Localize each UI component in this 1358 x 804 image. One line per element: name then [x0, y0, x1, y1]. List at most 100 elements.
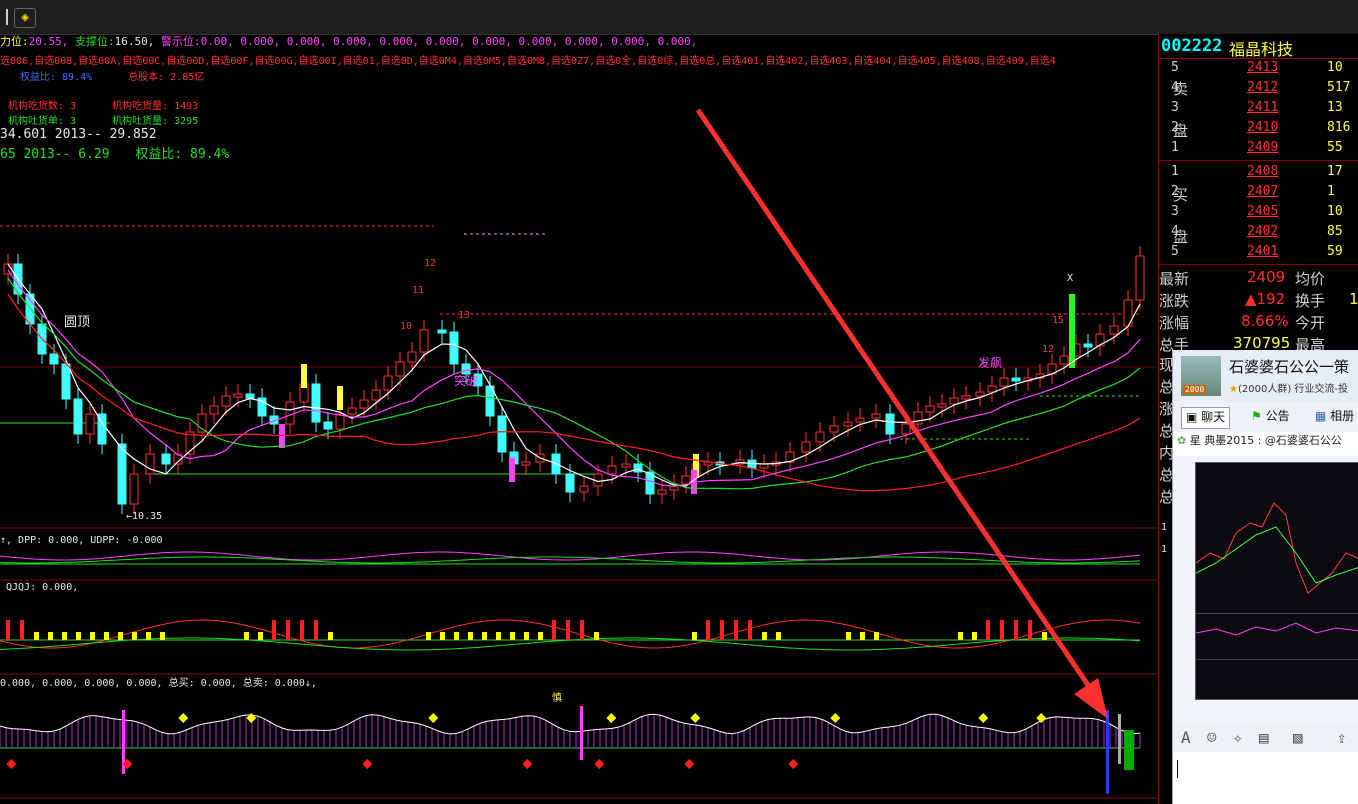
header-line-5: 机构吐货单: 3 机构吐货量: 3295	[8, 112, 198, 127]
candle-body	[1109, 325, 1119, 335]
header-line-7: 65 2013-- 6.29 权益比: 89.4%	[0, 143, 229, 162]
chat-window[interactable]: 2000 石婆婆石公公一策 ★(2000人群) 行业交流-投 ▣ 聊天 ⚑ 公告…	[1172, 350, 1358, 804]
support-label: 支撑位:	[75, 35, 115, 48]
qjqj-yellow-bar	[538, 632, 543, 640]
qjqj-red-bar	[20, 620, 24, 640]
candle-body	[117, 443, 127, 505]
candle-body	[161, 453, 171, 465]
yellow-diamond-marker	[690, 713, 701, 723]
tab-chat[interactable]: ▣ 聊天	[1181, 407, 1231, 429]
inst-eat-amount: 机构吃货量: 1493	[112, 101, 199, 112]
red-diamond-marker	[788, 759, 799, 769]
volume: 59	[1327, 244, 1343, 259]
qjqj-yellow-bar	[524, 632, 529, 640]
picture-icon[interactable]: ▧	[1293, 728, 1303, 747]
group-icon: ✿	[1177, 434, 1187, 447]
diamond-question-icon[interactable]: ◈	[14, 8, 36, 28]
order-book-row[interactable]: 5 2413 10	[1159, 58, 1358, 78]
header-line-4: 机构吃货数: 3 机构吃货量: 1493	[8, 97, 198, 112]
tab-album[interactable]: ▦ 相册	[1315, 407, 1354, 427]
order-book-row[interactable]: 1 2409 55	[1159, 138, 1358, 158]
qjqj-red-bar	[1028, 620, 1032, 640]
order-book-row[interactable]: 5 2401 59	[1159, 242, 1358, 262]
level: 1	[1171, 164, 1179, 179]
candle-body	[323, 421, 333, 430]
qjqj-red-bar	[272, 620, 276, 640]
gift-icon[interactable]: ▤	[1259, 728, 1269, 747]
red-arrow-head	[1074, 678, 1108, 719]
inst-spit-amount: 机构吐货量: 3295	[112, 116, 199, 127]
highlight-candle	[509, 458, 515, 482]
toolbar-separator	[6, 9, 8, 25]
equity-ratio: 权益比: 89.4%	[20, 72, 93, 83]
tab-notice[interactable]: ⚑ 公告	[1251, 407, 1290, 427]
candle-body	[285, 401, 295, 425]
header-line-3: 权益比: 89.4% 总股本: 2.85亿	[20, 68, 204, 83]
candle-body	[961, 395, 971, 400]
qjqj-yellow-bar	[874, 632, 879, 640]
qjqj-yellow-bar	[496, 632, 501, 640]
count-12-label: 12	[424, 258, 437, 269]
chat-input[interactable]	[1173, 752, 1358, 804]
volume: 10	[1327, 60, 1343, 75]
upload-icon[interactable]: ⇪	[1337, 728, 1347, 747]
volume: 816	[1327, 120, 1351, 135]
header-line-1: 力位:20.55, 支撑位:16.50, 警示位:0.00, 0.000, 0.…	[0, 33, 697, 49]
candle-body	[25, 293, 35, 325]
highlight-candle	[301, 364, 307, 388]
star-icon: ★	[1229, 384, 1238, 395]
order-book-row[interactable]: 2 2407 1	[1159, 182, 1358, 202]
order-book-row[interactable]: 3 2405 10	[1159, 202, 1358, 222]
magic-icon[interactable]: ✧	[1233, 728, 1243, 747]
font-icon[interactable]: A	[1181, 728, 1191, 747]
order-book-row[interactable]: 1 2408 17	[1159, 162, 1358, 182]
qjqj-red-bar	[314, 620, 318, 640]
qjqj-yellow-bar	[160, 632, 165, 640]
candle-body	[829, 425, 839, 433]
total-share: 总股本: 2.85亿	[128, 72, 205, 83]
round-top-label: 圆顶	[64, 315, 91, 330]
level: 4	[1171, 224, 1179, 239]
candle-body	[437, 329, 447, 334]
price: 2405	[1247, 204, 1279, 219]
yellow-diamond-marker	[1036, 713, 1047, 723]
mini-2: 1	[1161, 544, 1168, 555]
qjqj-yellow-bar	[258, 632, 263, 640]
vol-highlight-bar	[1106, 710, 1109, 794]
candle-body	[521, 461, 531, 466]
red-diamond-marker	[594, 759, 605, 769]
order-book-row[interactable]: 4 2402 85	[1159, 222, 1358, 242]
order-book-row[interactable]: 3 2411 13	[1159, 98, 1358, 118]
price: 2411	[1247, 100, 1279, 115]
count-15-label: 15	[1052, 315, 1065, 326]
group-name[interactable]: 石婆婆石公公一策	[1229, 356, 1349, 377]
price: 2401	[1247, 244, 1279, 259]
qjqj-red-bar	[720, 620, 724, 640]
candle-body	[855, 417, 865, 423]
candle-body	[871, 413, 881, 419]
qjqj-yellow-bar	[762, 632, 767, 640]
candle-body	[801, 441, 811, 453]
candle-body	[1059, 355, 1069, 365]
qjqj-yellow-bar	[90, 632, 95, 640]
avg-label: 均价	[1295, 270, 1326, 288]
candle-body	[681, 475, 691, 485]
qjqj-yellow-bar	[510, 632, 515, 640]
qjqj-red-bar	[580, 620, 584, 640]
level: 5	[1171, 244, 1179, 259]
order-book-row[interactable]: 2 2410 816	[1159, 118, 1358, 138]
candle-body	[371, 389, 381, 401]
candle-body	[311, 383, 321, 423]
shared-chart-image[interactable]	[1195, 462, 1358, 700]
qjqj-yellow-bar	[860, 632, 865, 640]
candle-body	[209, 405, 219, 415]
emoji-icon[interactable]: ☺	[1207, 728, 1217, 747]
qjqj-yellow-bar	[118, 632, 123, 640]
order-book-row[interactable]: 4 2412 517	[1159, 78, 1358, 98]
header-line-2: 选006,自选008,自选00A,自选00C,自选00D,自选00F,自选00G…	[0, 56, 1056, 67]
group-avatar[interactable]: 2000	[1181, 356, 1221, 396]
change-label: 涨跌	[1159, 292, 1190, 310]
qjqj-red-bar	[300, 620, 304, 640]
candle-body	[419, 329, 429, 353]
volume: 55	[1327, 140, 1343, 155]
